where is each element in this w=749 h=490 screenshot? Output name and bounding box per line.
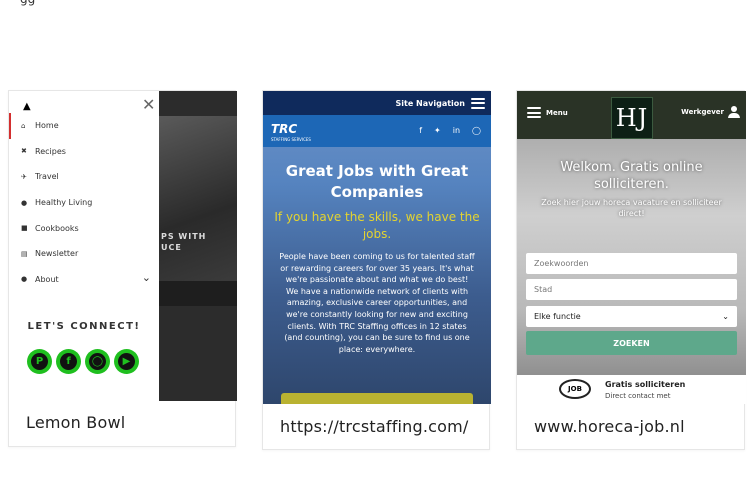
cta-button[interactable] (281, 393, 473, 404)
menu-item-label: Travel (35, 172, 59, 182)
user-icon: ● (21, 275, 28, 284)
logo-tagline: STAFFING SERVICES (271, 137, 311, 142)
keyword-input[interactable]: Zoekwoorden (526, 253, 737, 274)
menu-button[interactable]: Menu (527, 107, 568, 118)
cursor-icon: ▲ (23, 101, 31, 112)
book-icon: ■ (21, 224, 28, 233)
clipped-text: gg (20, 0, 35, 6)
hero-title: Great Jobs with Great Companies (285, 162, 469, 201)
hj-logo[interactable]: HJ (611, 97, 653, 139)
plane-icon: ✈ (21, 172, 27, 181)
social-icons: f ✦ in ◯ (419, 126, 481, 135)
person-icon: ● (21, 198, 28, 207)
facebook-icon[interactable]: f (419, 126, 422, 135)
youtube-icon[interactable]: ▶ (114, 349, 139, 374)
hamburger-icon[interactable] (471, 97, 485, 109)
function-select-value: Elke functie (534, 312, 581, 321)
menu-item-label: About (35, 274, 59, 284)
menu-item-about[interactable]: ● About ⌄ (9, 267, 159, 293)
footer-subtitle: Direct contact met (605, 392, 671, 400)
instagram-icon[interactable]: ◯ (85, 349, 110, 374)
instagram-icon[interactable]: ◯ (472, 126, 481, 135)
menu-item-label: Newsletter (35, 249, 79, 259)
card-caption[interactable]: https://trcstaffing.com/ (280, 417, 469, 436)
linkedin-icon[interactable]: in (453, 126, 460, 135)
twitter-icon[interactable]: ✦ (434, 126, 441, 135)
function-select[interactable]: Elke functie ⌄ (526, 306, 737, 327)
portfolio-card-trc-staffing[interactable]: Site Navigation TRC STAFFING SERVICES f … (262, 90, 491, 450)
site-nav-label: Site Navigation (395, 98, 465, 108)
home-icon: ⌂ (21, 121, 26, 130)
utensils-icon: ✖ (21, 147, 27, 156)
job-logo-icon: JOB (559, 379, 591, 399)
social-links: P f ◯ ▶ (27, 349, 139, 374)
logo-text: TRC (271, 122, 298, 136)
city-input[interactable]: Stad (526, 279, 737, 300)
card-caption[interactable]: Lemon Bowl (26, 413, 125, 432)
hamburger-icon (527, 107, 541, 118)
slide-menu: ▲ ✕ ⌂ Home ✖ Recipes ✈ Travel ● Healthy … (9, 91, 159, 401)
menu-item-recipes[interactable]: ✖ Recipes (9, 139, 159, 165)
mobile-screenshot: Site Navigation TRC STAFFING SERVICES f … (263, 91, 491, 404)
hero-body: People have been coming to us for talent… (279, 252, 475, 354)
mobile-screenshot: Menu HJ Werkgever Welkom. Gratis online … (517, 91, 746, 404)
footer-title: Gratis solliciteren (605, 380, 686, 389)
hero-subtitle: If you have the skills, we have the jobs… (274, 210, 480, 241)
hero-subtitle: Zoek hier jouw horeca vacature en sollic… (541, 198, 722, 218)
hero-title: Welkom. Gratis online solliciteren. (560, 160, 703, 192)
trc-logo[interactable]: TRC STAFFING SERVICES (271, 122, 311, 142)
employer-label: Werkgever (681, 108, 724, 116)
chevron-down-icon: ⌄ (722, 312, 729, 321)
newspaper-icon: ▤ (21, 249, 28, 258)
logo-bar: TRC STAFFING SERVICES f ✦ in ◯ (263, 115, 491, 147)
connect-heading: LET'S CONNECT! (27, 321, 141, 332)
portfolio-card-lemon-bowl[interactable]: PS WITH UCE ▲ ✕ ⌂ Home ✖ Recipes ✈ Trave… (8, 90, 237, 447)
menu-item-newsletter[interactable]: ▤ Newsletter (9, 241, 159, 267)
menu-label: Menu (546, 108, 568, 117)
menu-item-cookbooks[interactable]: ■ Cookbooks (9, 215, 159, 241)
facebook-icon[interactable]: f (56, 349, 81, 374)
site-nav-bar[interactable]: Site Navigation (263, 91, 491, 115)
portfolio-grid: gg PS WITH UCE ▲ ✕ ⌂ Home ✖ Recipes (0, 0, 749, 490)
menu-item-travel[interactable]: ✈ Travel (9, 164, 159, 190)
chevron-down-icon[interactable]: ⌄ (142, 271, 151, 284)
menu-item-label: Home (35, 121, 59, 131)
employer-link[interactable]: Werkgever (681, 106, 740, 118)
background-text: PS WITH UCE (161, 232, 207, 252)
menu-item-label: Cookbooks (35, 223, 79, 233)
user-icon (728, 106, 740, 118)
close-icon[interactable]: ✕ (142, 95, 155, 114)
menu-item-home[interactable]: ⌂ Home (9, 113, 159, 139)
menu-item-label: Healthy Living (35, 198, 93, 208)
pinterest-icon[interactable]: P (27, 349, 52, 374)
mobile-screenshot: PS WITH UCE ▲ ✕ ⌂ Home ✖ Recipes ✈ Trave… (9, 91, 237, 401)
background-image (159, 116, 237, 281)
portfolio-card-horeca-job[interactable]: Menu HJ Werkgever Welkom. Gratis online … (516, 90, 746, 450)
footer-strip: JOB Gratis solliciteren Direct contact m… (517, 375, 746, 404)
menu-item-label: Recipes (35, 146, 66, 156)
search-button[interactable]: ZOEKEN (526, 331, 737, 355)
menu-item-healthy-living[interactable]: ● Healthy Living (9, 190, 159, 216)
background-bar (159, 281, 237, 306)
card-caption[interactable]: www.horeca-job.nl (534, 417, 685, 436)
menu-list: ⌂ Home ✖ Recipes ✈ Travel ● Healthy Livi… (9, 113, 159, 292)
